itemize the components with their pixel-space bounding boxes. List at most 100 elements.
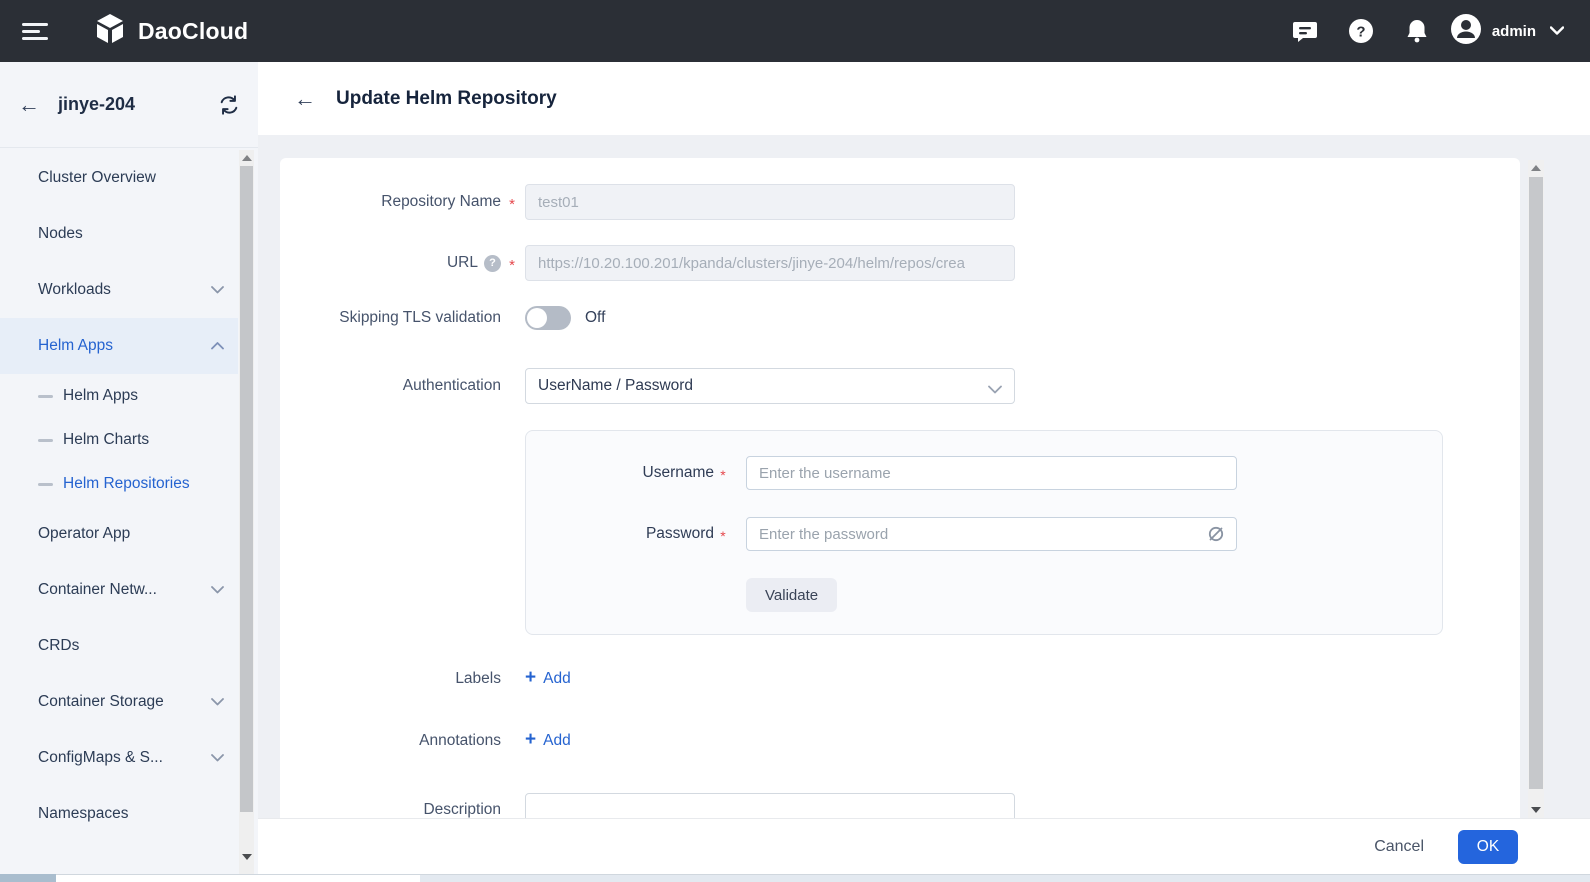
topbar-actions: ? admin bbox=[1264, 13, 1564, 50]
chevron-down-icon bbox=[988, 381, 1002, 399]
repository-name-row: Repository Name * bbox=[280, 184, 1520, 220]
switch-cluster-icon[interactable] bbox=[218, 94, 240, 116]
description-textarea[interactable] bbox=[525, 793, 1015, 818]
chevron-down-icon bbox=[211, 286, 224, 294]
cube-logo-icon bbox=[92, 11, 128, 52]
sidebar-item-helm-apps[interactable]: Helm Apps bbox=[0, 318, 238, 374]
skip-tls-label: Skipping TLS validation bbox=[280, 309, 501, 327]
scroll-up-icon[interactable] bbox=[239, 150, 254, 165]
form-footer: Cancel OK bbox=[258, 818, 1590, 874]
scroll-down-icon[interactable] bbox=[1528, 802, 1544, 818]
dash-icon bbox=[38, 395, 53, 398]
page-header: ← Update Helm Repository bbox=[258, 62, 1590, 135]
dash-icon bbox=[38, 439, 53, 442]
authentication-row: Authentication * UserName / Password bbox=[280, 368, 1520, 404]
annotations-row: Annotations * + Add bbox=[280, 730, 1520, 751]
scroll-down-icon[interactable] bbox=[239, 849, 254, 864]
form-card: Repository Name * URL ? * bbox=[280, 158, 1520, 818]
dash-icon bbox=[38, 483, 53, 486]
annotations-add-button[interactable]: + Add bbox=[525, 730, 571, 751]
username-label: admin bbox=[1492, 23, 1536, 40]
sidebar-item-crds[interactable]: CRDs bbox=[0, 618, 238, 674]
hscroll-track[interactable] bbox=[420, 874, 1590, 882]
scrollbar-thumb[interactable] bbox=[1529, 177, 1543, 789]
scrollbar-thumb[interactable] bbox=[240, 166, 253, 812]
sidebar-back-icon[interactable]: ← bbox=[18, 94, 40, 116]
description-row: Description * bbox=[280, 793, 1520, 818]
help-icon[interactable]: ? bbox=[1346, 16, 1376, 46]
chevron-down-icon bbox=[1550, 22, 1564, 40]
help-circle-icon[interactable]: ? bbox=[484, 255, 501, 272]
page-back-icon[interactable]: ← bbox=[294, 88, 316, 110]
password-label: Password bbox=[526, 525, 714, 543]
url-label: URL bbox=[447, 254, 478, 272]
sidebar-nav: Cluster Overview Nodes Workloads Helm Ap… bbox=[0, 150, 238, 842]
user-menu[interactable]: admin bbox=[1450, 13, 1564, 50]
menu-icon[interactable] bbox=[22, 19, 48, 44]
plus-icon: + bbox=[525, 668, 536, 689]
hscroll-left-segment[interactable] bbox=[0, 874, 56, 882]
required-asterisk: * bbox=[506, 253, 518, 274]
avatar-icon bbox=[1450, 13, 1482, 50]
password-row: Password * bbox=[526, 517, 1442, 551]
repository-name-label: Repository Name bbox=[280, 193, 501, 211]
sidebar-subitem-helm-apps[interactable]: Helm Apps bbox=[0, 374, 238, 418]
topbar: DaoCloud ? bbox=[0, 0, 1590, 62]
svg-text:?: ? bbox=[1356, 24, 1365, 41]
labels-add-button[interactable]: + Add bbox=[525, 668, 571, 689]
sidebar: ← jinye-204 Cluster Overview Nodes W bbox=[0, 62, 258, 874]
horizontal-scrollbar[interactable] bbox=[0, 874, 1590, 882]
sidebar-item-workloads[interactable]: Workloads bbox=[0, 262, 238, 318]
sidebar-item-operator-app[interactable]: Operator App bbox=[0, 506, 238, 562]
brand-name: DaoCloud bbox=[138, 18, 248, 45]
sidebar-item-namespaces[interactable]: Namespaces bbox=[0, 786, 238, 842]
helm-apps-submenu: Helm Apps Helm Charts Helm Repositories bbox=[0, 374, 238, 506]
description-label: Description bbox=[280, 793, 501, 818]
validate-button[interactable]: Validate bbox=[746, 578, 837, 612]
eye-slash-icon[interactable] bbox=[1206, 524, 1226, 544]
labels-label: Labels bbox=[280, 670, 501, 688]
username-input[interactable] bbox=[746, 456, 1237, 490]
credentials-panel: Username * Password * bbox=[525, 430, 1443, 635]
sidebar-header: ← jinye-204 bbox=[0, 62, 258, 148]
password-input[interactable] bbox=[746, 517, 1237, 551]
authentication-label: Authentication bbox=[280, 377, 501, 395]
app-window: DaoCloud ? bbox=[0, 0, 1590, 882]
repository-name-field[interactable] bbox=[525, 184, 1015, 220]
chat-icon[interactable] bbox=[1290, 16, 1320, 46]
sidebar-scrollbar[interactable] bbox=[239, 150, 254, 874]
username-label: Username bbox=[526, 464, 714, 482]
plus-icon: + bbox=[525, 730, 536, 751]
bell-icon[interactable] bbox=[1402, 16, 1432, 46]
sidebar-subitem-helm-charts[interactable]: Helm Charts bbox=[0, 418, 238, 462]
required-asterisk: * bbox=[718, 463, 728, 483]
sidebar-item-configmaps-secrets[interactable]: ConfigMaps & S... bbox=[0, 730, 238, 786]
sidebar-item-nodes[interactable]: Nodes bbox=[0, 206, 238, 262]
chevron-down-icon bbox=[211, 698, 224, 706]
ok-button[interactable]: OK bbox=[1458, 830, 1518, 864]
sidebar-item-container-network[interactable]: Container Netw... bbox=[0, 562, 238, 618]
url-row: URL ? * bbox=[280, 245, 1520, 281]
required-asterisk: * bbox=[506, 192, 518, 213]
content-scrollbar[interactable] bbox=[1528, 160, 1544, 818]
labels-row: Labels * + Add bbox=[280, 668, 1520, 689]
hscroll-thumb[interactable] bbox=[56, 874, 420, 882]
scroll-up-icon[interactable] bbox=[1528, 160, 1544, 176]
annotations-label: Annotations bbox=[280, 732, 501, 750]
sidebar-item-cluster-overview[interactable]: Cluster Overview bbox=[0, 150, 238, 206]
skip-tls-toggle[interactable] bbox=[525, 306, 571, 330]
chevron-down-icon bbox=[211, 754, 224, 762]
required-asterisk: * bbox=[718, 524, 728, 544]
sidebar-item-container-storage[interactable]: Container Storage bbox=[0, 674, 238, 730]
main-area: ← Update Helm Repository Repository Name… bbox=[258, 62, 1590, 874]
authentication-value: UserName / Password bbox=[538, 377, 693, 395]
sidebar-subitem-helm-repositories[interactable]: Helm Repositories bbox=[0, 462, 238, 506]
page-title: Update Helm Repository bbox=[336, 88, 557, 110]
authentication-select[interactable]: UserName / Password bbox=[525, 368, 1015, 404]
brand[interactable]: DaoCloud bbox=[92, 11, 248, 52]
url-field[interactable] bbox=[525, 245, 1015, 281]
chevron-up-icon bbox=[211, 342, 224, 350]
chevron-down-icon bbox=[211, 586, 224, 594]
form-content: Repository Name * URL ? * bbox=[258, 135, 1590, 818]
cancel-button[interactable]: Cancel bbox=[1374, 838, 1424, 856]
